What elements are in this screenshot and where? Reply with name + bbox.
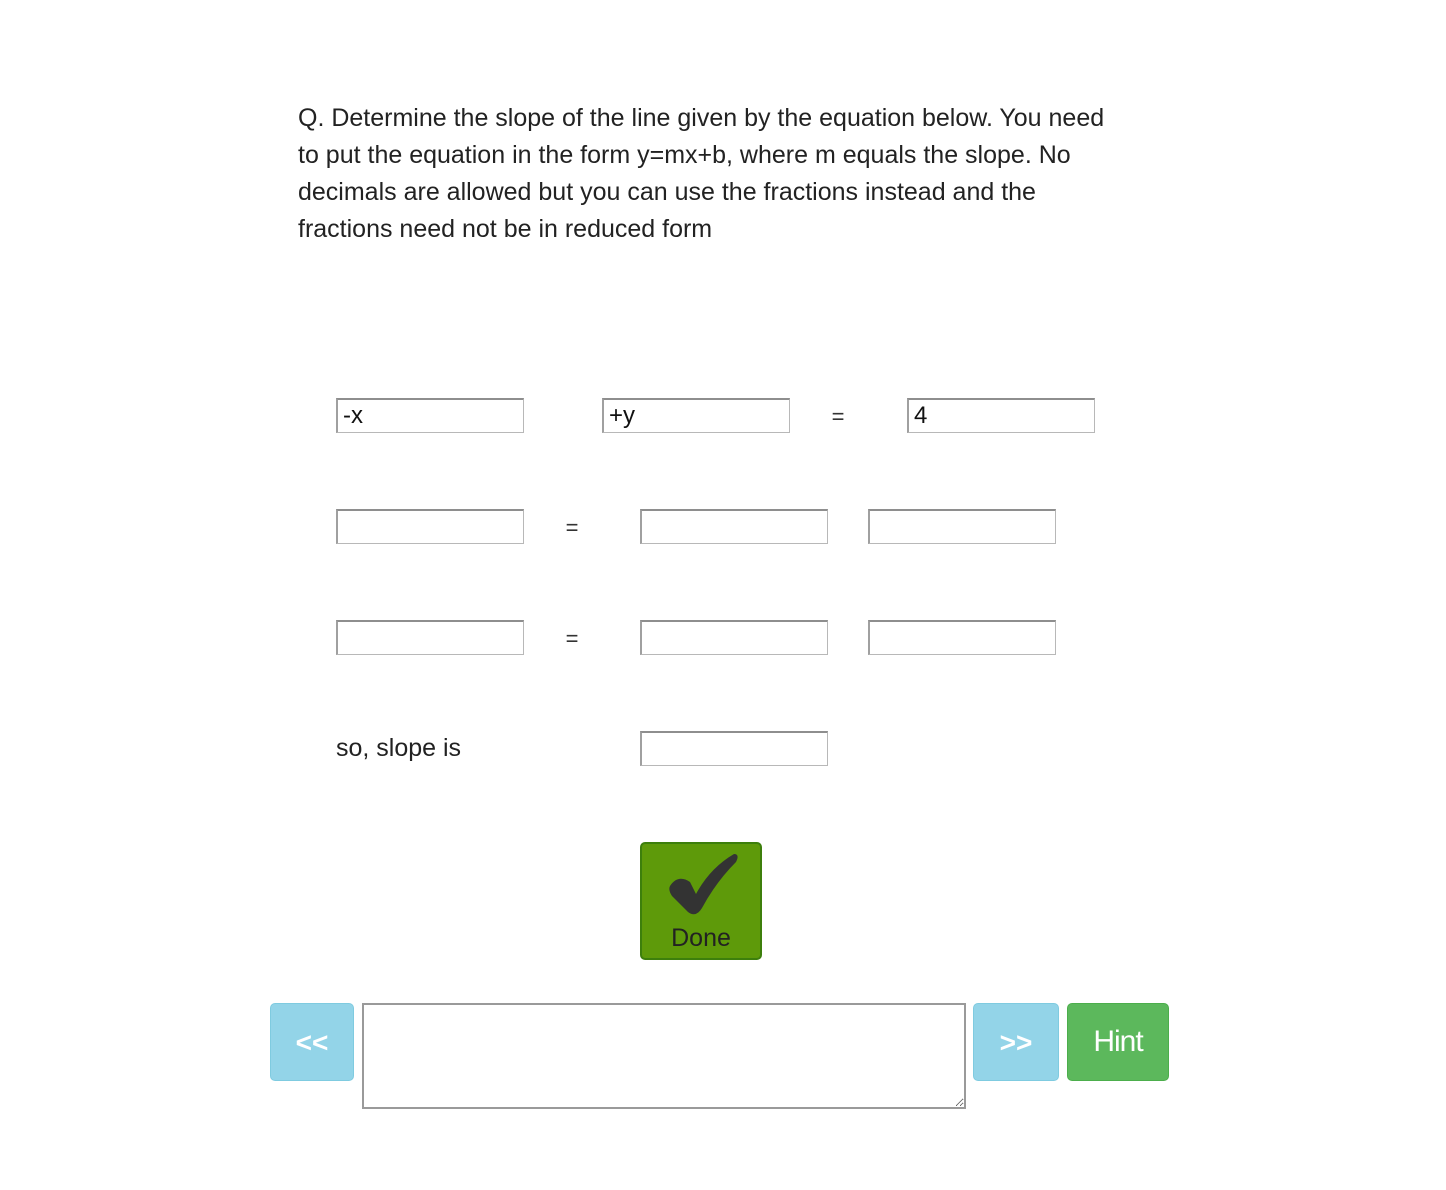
row2-rhs2-input[interactable] xyxy=(868,509,1056,544)
feedback-textarea[interactable] xyxy=(362,1003,966,1109)
row2-equals-sign: = xyxy=(565,515,579,540)
done-button[interactable]: Done xyxy=(640,842,762,960)
row2-lhs-input[interactable] xyxy=(336,509,524,544)
done-label: Done xyxy=(671,924,731,952)
row1-rhs-input[interactable] xyxy=(907,398,1095,433)
row1-term1-input[interactable] xyxy=(336,398,524,433)
slope-label: so, slope is xyxy=(336,734,462,762)
row3-rhs2-input[interactable] xyxy=(868,620,1056,655)
checkmark-icon xyxy=(669,854,738,915)
next-button[interactable]: >> xyxy=(973,1003,1059,1081)
row1-equals-sign: = xyxy=(831,404,845,429)
row3-lhs-input[interactable] xyxy=(336,620,524,655)
question-text: Q. Determine the slope of the line given… xyxy=(298,104,1105,243)
row2-rhs1-input[interactable] xyxy=(640,509,828,544)
previous-button[interactable]: << xyxy=(270,1003,354,1081)
row3-rhs1-input[interactable] xyxy=(640,620,828,655)
row1-term2-input[interactable] xyxy=(602,398,790,433)
row3-equals-sign: = xyxy=(565,626,579,651)
slope-input[interactable] xyxy=(640,731,828,766)
hint-button[interactable]: Hint xyxy=(1067,1003,1169,1081)
